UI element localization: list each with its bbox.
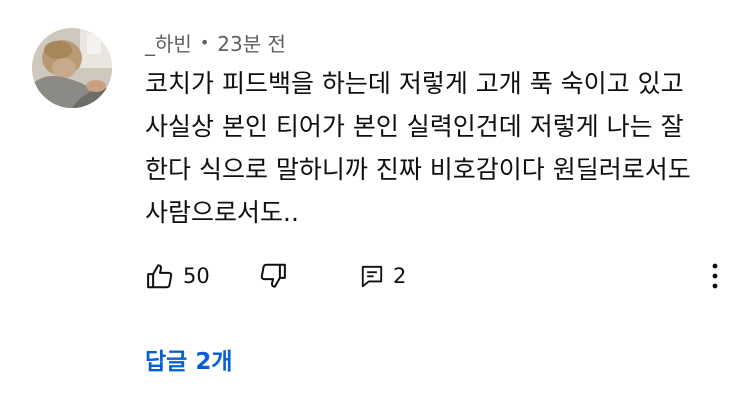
- comment-line: 사람으로서도..: [145, 198, 299, 227]
- reply-button[interactable]: 2: [359, 256, 406, 296]
- author-name[interactable]: _하빈: [145, 28, 192, 57]
- more-options-button[interactable]: [703, 256, 727, 296]
- comment-line: 코치가 피드백을 하는데 저렇게 고개 푹 숙이고 있고: [145, 69, 684, 98]
- view-replies-link[interactable]: 답글 2개: [145, 342, 233, 376]
- comment-meta: _하빈 • 23분 전: [145, 28, 286, 56]
- meta-separator: •: [199, 32, 210, 52]
- comment-line: 한다 식으로 말하니까 진짜 비호감이다 원딜러로서도: [145, 155, 691, 184]
- thumbs-down-icon: [260, 263, 286, 288]
- thumbs-up-icon: [147, 264, 173, 289]
- reply-icon: [361, 265, 383, 288]
- reply-count: 2: [393, 264, 407, 288]
- more-vertical-icon: [712, 263, 718, 289]
- avatar[interactable]: [32, 28, 112, 108]
- like-button[interactable]: 50: [145, 256, 210, 296]
- comment-card: _하빈 • 23분 전 코치가 피드백을 하는데 저렇게 고개 푹 숙이고 있고…: [0, 0, 750, 410]
- comment-timestamp[interactable]: 23분 전: [217, 28, 286, 57]
- comment-line: 사실상 본인 티어가 본인 실력인건데 저렇게 나는 잘: [145, 112, 684, 141]
- like-count: 50: [183, 264, 210, 288]
- avatar-image: [32, 28, 112, 108]
- comment-text: 코치가 피드백을 하는데 저렇게 고개 푹 숙이고 있고 사실상 본인 티어가 …: [145, 62, 735, 234]
- comment-actions: 50 2: [145, 256, 735, 296]
- dislike-button[interactable]: [258, 256, 288, 296]
